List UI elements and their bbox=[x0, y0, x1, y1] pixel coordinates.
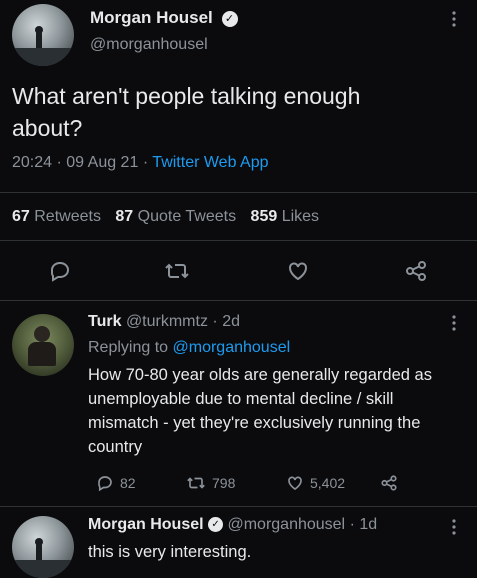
reply-1-retweets-count: 798 bbox=[212, 475, 236, 491]
tweet-meta: 20:24 · 09 Aug 21 · Twitter Web App bbox=[12, 154, 269, 171]
tweet-source[interactable]: Twitter Web App bbox=[152, 154, 268, 171]
likes-label: Likes bbox=[281, 208, 320, 225]
retweets-label: Retweets bbox=[34, 208, 101, 225]
reply-1-author-handle[interactable]: @turkmmtz bbox=[126, 313, 208, 330]
likes-stat[interactable]: 859 Likes bbox=[251, 208, 320, 225]
reply-1-like-action[interactable]: 5,402 bbox=[286, 474, 345, 492]
avatar-morgan-housel[interactable] bbox=[12, 4, 74, 66]
avatar-morgan-housel[interactable] bbox=[12, 516, 74, 578]
verified-badge-icon: ✓ bbox=[208, 517, 224, 533]
tweet-time[interactable]: 20:24 bbox=[12, 154, 52, 171]
avatar-turk[interactable] bbox=[12, 314, 74, 376]
retweets-count: 67 bbox=[12, 208, 30, 225]
tweet-date[interactable]: 09 Aug 21 bbox=[66, 154, 138, 171]
reply-1-likes-count: 5,402 bbox=[310, 475, 346, 491]
likes-count: 859 bbox=[250, 208, 278, 225]
share-icon[interactable] bbox=[404, 259, 428, 283]
divider bbox=[0, 192, 477, 193]
reply-1-retweet-action[interactable]: 798 bbox=[186, 474, 235, 492]
heart-icon[interactable] bbox=[286, 259, 310, 283]
stats-row: 67 Retweets 87 Quote Tweets 859 Likes bbox=[12, 208, 319, 226]
retweet-icon bbox=[186, 474, 206, 492]
retweet-icon[interactable] bbox=[164, 259, 190, 283]
tweet-text: What aren't people talking enough about? bbox=[12, 83, 361, 141]
reply-2-header: Morgan Housel ✓ @morganhousel · 1d bbox=[88, 516, 378, 533]
reply-1-text: How 70-80 year olds are generally regard… bbox=[88, 366, 432, 456]
replying-to-line: Replying to @morganhousel bbox=[88, 339, 290, 357]
more-options-icon[interactable] bbox=[449, 10, 459, 28]
replying-to-handle[interactable]: @morganhousel bbox=[173, 339, 291, 356]
retweets-stat[interactable]: 67 Retweets bbox=[12, 208, 105, 225]
share-icon[interactable] bbox=[380, 474, 398, 492]
quotes-stat[interactable]: 87 Quote Tweets bbox=[115, 208, 240, 225]
more-options-icon[interactable] bbox=[449, 518, 459, 536]
author-name[interactable]: Morgan Housel bbox=[90, 8, 213, 27]
divider bbox=[0, 506, 477, 507]
reply-icon[interactable] bbox=[48, 259, 72, 283]
quotes-label: Quote Tweets bbox=[137, 208, 237, 225]
author-name-row: Morgan Housel ✓ bbox=[90, 8, 238, 28]
reply-1-header: Turk @turkmmtz · 2d bbox=[88, 313, 240, 330]
divider bbox=[0, 240, 477, 241]
reply-2-author-handle[interactable]: @morganhousel bbox=[227, 516, 345, 533]
reply-icon bbox=[96, 474, 114, 492]
reply-2-text: this is very interesting. bbox=[88, 543, 252, 561]
divider bbox=[0, 300, 477, 301]
replying-to-label: Replying to bbox=[88, 339, 169, 356]
reply-2-age[interactable]: 1d bbox=[359, 516, 377, 533]
reply-1-age[interactable]: 2d bbox=[222, 313, 240, 330]
reply-1-replies-count: 82 bbox=[120, 475, 136, 491]
heart-icon bbox=[286, 474, 304, 492]
reply-1-reply-action[interactable]: 82 bbox=[96, 474, 136, 492]
author-handle[interactable]: @morganhousel bbox=[90, 36, 208, 54]
reply-2-author-name[interactable]: Morgan Housel bbox=[88, 516, 204, 533]
verified-badge-icon: ✓ bbox=[221, 10, 238, 27]
more-options-icon[interactable] bbox=[449, 314, 459, 332]
quotes-count: 87 bbox=[115, 208, 134, 225]
reply-1-author-name[interactable]: Turk bbox=[88, 313, 121, 330]
